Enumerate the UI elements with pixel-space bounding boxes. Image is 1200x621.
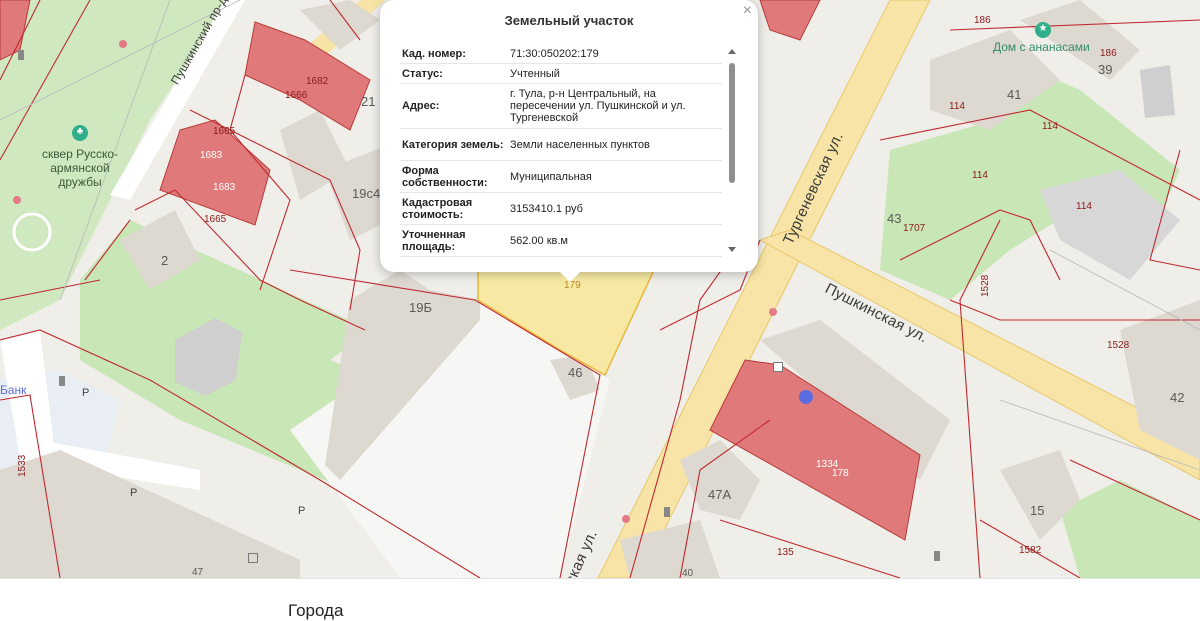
attribute-value: Муниципальная — [510, 170, 592, 183]
tree-icon[interactable]: ♣ — [74, 126, 86, 138]
attribute-value: 562.00 кв.м — [510, 234, 568, 247]
scroll-down-arrow-icon[interactable] — [728, 247, 736, 252]
green-area-bottom-right — [1060, 480, 1200, 578]
door-icon — [773, 362, 783, 372]
blue-poi-marker — [799, 390, 813, 404]
red-marker-4 — [769, 308, 777, 316]
entrance-icon — [664, 507, 670, 517]
building-small-39 — [1140, 65, 1175, 118]
attribute-row: Форма собственности: Муниципальная — [400, 161, 722, 193]
star-icon[interactable]: ★ — [1037, 23, 1049, 35]
red-building-1683 — [159, 119, 271, 226]
attribute-row: Кадастровая стоимость: 3153410.1 руб — [400, 193, 722, 225]
attribute-key: Кадастровая стоимость: — [402, 196, 473, 221]
close-icon[interactable]: × — [743, 2, 752, 20]
entrance-icon — [18, 50, 24, 60]
scroll-up-arrow-icon[interactable] — [728, 49, 736, 54]
map-canvas[interactable]: Пушкинский пр-д Тургеневская ул. Пушкинс… — [0, 0, 1200, 578]
attribute-key: Форма собственности: — [402, 164, 488, 189]
attribute-key: Статус: — [402, 67, 443, 80]
entrance-icon — [59, 376, 65, 386]
attribute-value: Земли населенных пунктов — [510, 138, 650, 151]
attribute-row: Статус: Учтенный — [400, 64, 722, 84]
attribute-value: 3153410.1 руб — [510, 202, 583, 215]
entrance-icon — [934, 551, 940, 561]
section-heading: Города — [288, 601, 344, 620]
attribute-value: г. Тула, р-н Центральный, на пересечении… — [510, 88, 686, 124]
attribute-row: Категория земель: Земли населенных пункт… — [400, 129, 722, 161]
attribute-key: Категория земель: — [402, 138, 504, 151]
popup-title: Земельный участок — [504, 13, 634, 28]
red-building-top — [759, 0, 821, 41]
parcel-attributes-table[interactable]: Кад. номер: 71:30:050202:179 Статус: Учт… — [400, 44, 722, 257]
attribute-key: Уточненная площадь: — [402, 228, 466, 253]
door-icon — [248, 553, 258, 563]
map-bottom-divider — [0, 578, 1200, 579]
attribute-key: Адрес: — [402, 100, 440, 112]
attribute-key: Кад. номер: — [402, 47, 466, 60]
attribute-row: Уточненная площадь: 562.00 кв.м — [400, 225, 722, 257]
red-marker-3 — [622, 515, 630, 523]
attribute-value: 71:30:050202:179 — [510, 47, 599, 60]
scrollbar-thumb[interactable] — [729, 63, 735, 183]
attribute-row: Адрес: г. Тула, р-н Центральный, на пере… — [400, 84, 722, 129]
red-marker-1 — [119, 40, 127, 48]
red-marker-2 — [13, 196, 21, 204]
parcel-info-popup: Земельный участок × Кад. номер: 71:30:05… — [380, 0, 758, 282]
attribute-value: Учтенный — [510, 67, 560, 80]
attribute-row: Кад. номер: 71:30:050202:179 — [400, 44, 722, 64]
